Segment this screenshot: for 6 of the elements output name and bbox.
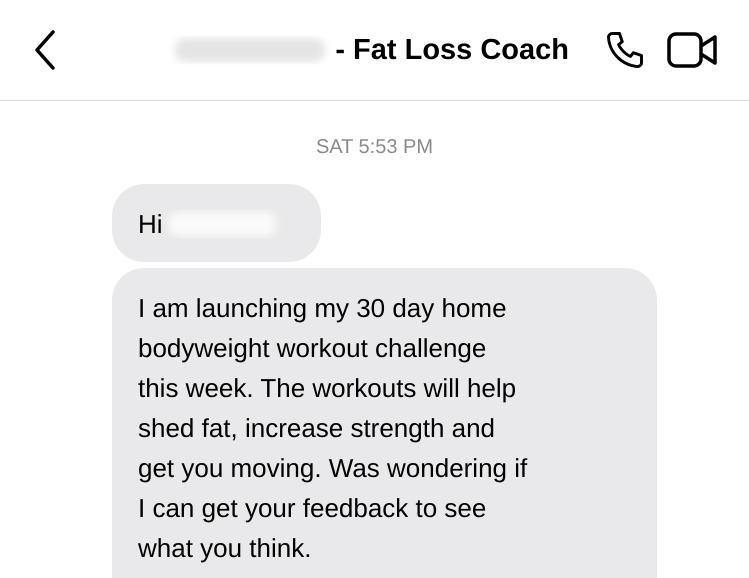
video-camera-icon[interactable]	[667, 30, 719, 70]
message-text: Hi	[138, 208, 163, 241]
chat-title: - Fat Loss Coach	[335, 34, 569, 66]
back-icon[interactable]	[34, 30, 56, 70]
message-timestamp: SAT 5:53 PM	[314, 136, 434, 159]
message-text: I am launching my 30 day home bodyweight workout challenge this week. The workouts will help shed fat, increase strength and get you moving. Was wondering if I can get your feedback to see what you think.	[138, 292, 528, 565]
